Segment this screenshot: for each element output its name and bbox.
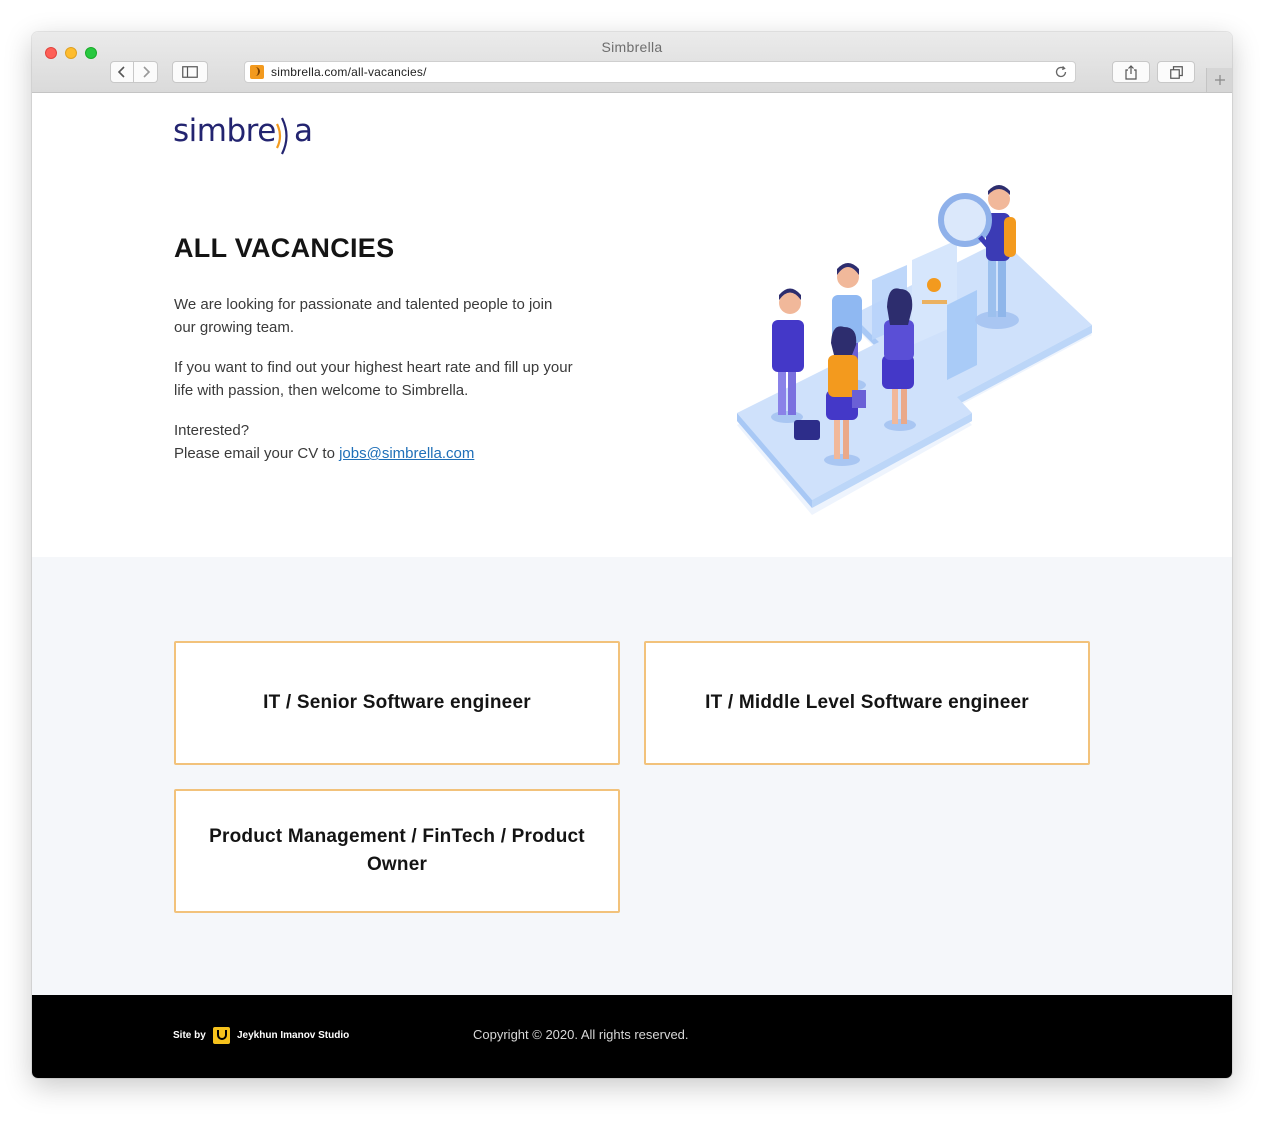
vacancy-card-product-owner[interactable]: Product Management / FinTech / Product O… xyxy=(174,789,620,913)
logo-wordmark: simbre xyxy=(173,113,276,149)
sidebar-icon xyxy=(182,66,198,78)
vacancy-title: Product Management / FinTech / Product O… xyxy=(209,826,585,875)
address-bar[interactable]: simbrella.com/all-vacancies/ xyxy=(244,61,1076,83)
new-tab-button[interactable] xyxy=(1206,68,1232,92)
site-footer: Site by Jeykhun Imanov Studio Copyright … xyxy=(32,995,1232,1078)
plus-icon xyxy=(1215,75,1225,85)
forward-button[interactable] xyxy=(134,61,158,83)
reload-icon[interactable] xyxy=(1054,65,1068,79)
contact-paragraph: Interested? Please email your CV to jobs… xyxy=(174,419,574,465)
vacancies-section: IT / Senior Software engineer IT / Middl… xyxy=(32,557,1232,997)
window-title: Simbrella xyxy=(601,39,663,55)
logo-signal-icon xyxy=(276,117,288,155)
vacancy-card-middle-software-engineer[interactable]: IT / Middle Level Software engineer xyxy=(644,641,1090,765)
back-chevron-icon xyxy=(117,66,125,78)
browser-toolbar: Simbrella simbrella.com/all-vacancies/ xyxy=(32,32,1232,93)
back-button[interactable] xyxy=(110,61,134,83)
forward-chevron-icon xyxy=(142,66,150,78)
sidebar-toggle-button[interactable] xyxy=(172,61,208,83)
intro-paragraph: We are looking for passionate and talent… xyxy=(174,296,553,336)
studio-link[interactable]: Jeykhun Imanov Studio xyxy=(237,1030,349,1041)
site-by-label: Site by xyxy=(173,1030,206,1041)
interested-text: Interested? xyxy=(174,422,250,439)
email-prefix-text: Please email your CV to xyxy=(174,445,340,462)
share-icon xyxy=(1125,64,1137,80)
vacancy-title: IT / Middle Level Software engineer xyxy=(705,692,1029,713)
vacancy-card-senior-software-engineer[interactable]: IT / Senior Software engineer xyxy=(174,641,620,765)
email-link[interactable]: jobs@simbrella.com xyxy=(339,445,474,462)
page-content: simbre a ALL VACANCIES We are looking fo… xyxy=(32,93,1232,1078)
copyright-text: Copyright © 2020. All rights reserved. xyxy=(473,1027,689,1042)
hiring-team-illustration xyxy=(737,185,1092,515)
tabs-icon xyxy=(1169,65,1183,79)
url-text: simbrella.com/all-vacancies/ xyxy=(271,65,427,79)
passion-paragraph: If you want to find out your highest hea… xyxy=(174,359,573,399)
studio-logo-icon[interactable] xyxy=(213,1027,230,1044)
logo-wordmark-tail: a xyxy=(294,113,313,149)
vacancy-title: IT / Senior Software engineer xyxy=(263,692,531,713)
show-tabs-button[interactable] xyxy=(1157,61,1195,83)
site-favicon-icon xyxy=(250,65,264,79)
share-button[interactable] xyxy=(1112,61,1150,83)
browser-window: Simbrella simbrella.com/all-vacancies/ s… xyxy=(32,32,1232,1078)
page-title: ALL VACANCIES xyxy=(174,233,395,263)
